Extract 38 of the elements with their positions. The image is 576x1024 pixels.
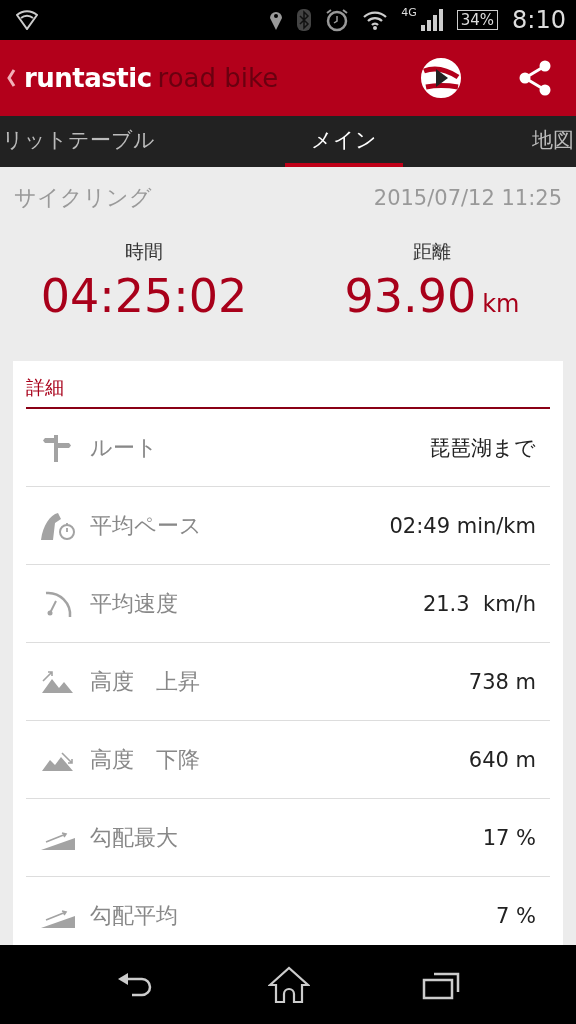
tab[interactable]: リットテーブル	[0, 116, 157, 167]
stat-label: 距離	[413, 239, 451, 264]
location-icon	[269, 9, 284, 31]
stat-unit: km	[482, 290, 520, 318]
battery-level: 34%	[456, 10, 499, 30]
detail-value: 7 %	[496, 903, 536, 928]
alarm-clock-icon	[325, 8, 350, 32]
detail-label: 高度 下降	[90, 745, 201, 774]
detail-label: 勾配平均	[90, 901, 179, 930]
bluetooth-icon	[297, 9, 312, 31]
network-type: 4G	[401, 6, 417, 19]
detail-label: 平均ペース	[90, 511, 203, 540]
back-chevron-icon	[6, 68, 16, 88]
tab[interactable]: メイン	[284, 116, 403, 167]
tab[interactable]: 地図	[530, 116, 576, 167]
home-button[interactable]	[268, 965, 310, 1004]
detail-value: 17 %	[482, 825, 536, 850]
detail-value: 21.3 km/h	[422, 591, 536, 616]
activity-date: 2015/07/12 11:25	[373, 186, 562, 210]
product-name: road bike	[157, 63, 279, 93]
stat-value: 93.90	[344, 269, 477, 323]
detail-label: 高度 上昇	[90, 667, 201, 696]
clock-time: 8:10	[512, 6, 566, 34]
detail-value: 640 m	[468, 747, 536, 772]
brand-name: runtastic	[24, 63, 152, 93]
detail-value: 02:49 min/km	[389, 513, 536, 538]
stat-value: 04:25:02	[40, 269, 248, 323]
detail-label: 平均速度	[90, 589, 179, 618]
wifi-icon	[363, 9, 388, 31]
section-title: 詳細	[26, 361, 550, 409]
detail-label: 勾配最大	[90, 823, 179, 852]
detail-value: 琵琶湖まで	[429, 434, 536, 462]
stat-label: 時間	[125, 239, 163, 264]
detail-value: 738 m	[468, 669, 536, 694]
detail-label: ルート	[90, 433, 159, 462]
signal-icon	[420, 9, 443, 31]
activity-type: サイクリング	[14, 184, 152, 212]
play-button[interactable]	[420, 57, 462, 99]
